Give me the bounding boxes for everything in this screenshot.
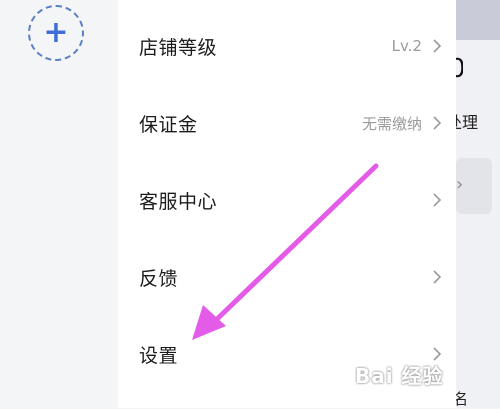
chevron-right-icon xyxy=(433,347,442,361)
menu-item-label: 保证金 xyxy=(139,113,198,136)
menu-item-label: 客服中心 xyxy=(139,190,218,213)
chevron-right-icon xyxy=(433,39,442,53)
plus-icon: + xyxy=(43,15,69,50)
add-button[interactable]: + xyxy=(28,5,84,61)
chevron-right-icon: › xyxy=(456,174,464,195)
background-bottom-text: 名 xyxy=(453,390,469,408)
chevron-right-icon xyxy=(433,270,442,284)
drawer-menu: 店铺等级 Lv.2 保证金 无需缴纳 客服中心 反馈 设置 xyxy=(118,0,456,408)
menu-item-label: 店铺等级 xyxy=(139,36,218,59)
chevron-right-icon xyxy=(433,193,442,207)
menu-item-customer-service[interactable]: 客服中心 xyxy=(118,161,456,239)
chevron-right-icon xyxy=(433,116,442,130)
menu-item-feedback[interactable]: 反馈 xyxy=(118,238,456,316)
menu-item-label: 反馈 xyxy=(139,267,179,290)
menu-item-store-level[interactable]: 店铺等级 Lv.2 xyxy=(118,7,456,85)
left-sidebar: + xyxy=(0,0,118,408)
menu-item-value: Lv.2 xyxy=(391,37,422,55)
menu-item-value: 无需缴纳 xyxy=(361,114,422,133)
background-header xyxy=(456,0,500,40)
watermark-logo: Bai 经验 xyxy=(355,364,444,388)
menu-item-deposit[interactable]: 保证金 无需缴纳 xyxy=(118,84,456,162)
